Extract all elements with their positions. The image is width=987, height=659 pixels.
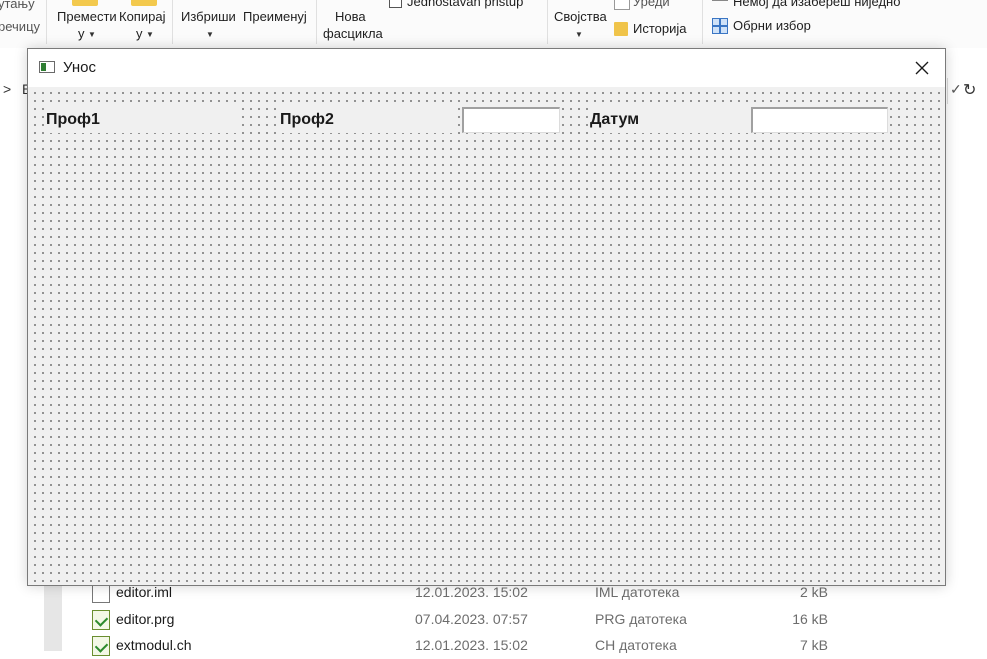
prof1-label: Проф1 xyxy=(45,107,236,133)
prof2-label: Проф2 xyxy=(279,107,454,133)
dialog-title: Унос xyxy=(63,59,96,76)
address-bar-left[interactable]: > E xyxy=(0,80,31,102)
file-size: 16 kB xyxy=(792,611,828,627)
chevron-down-icon: ▼ xyxy=(88,30,96,39)
close-icon xyxy=(915,61,929,75)
script-file-icon xyxy=(92,636,110,656)
file-name: editor.iml xyxy=(116,584,173,600)
copy-to-label-2: у xyxy=(136,26,143,41)
explorer-ribbon: утању речицу Премести у ▼ Копирај у ▼ Из… xyxy=(0,0,987,48)
nav-pane-scrollbar[interactable] xyxy=(44,586,62,651)
easy-access-label: Jednostavan pristup xyxy=(407,0,524,9)
datum-input[interactable] xyxy=(751,107,888,133)
ribbon-separator xyxy=(316,0,317,44)
ribbon-separator xyxy=(172,0,173,44)
ribbon-separator xyxy=(547,0,548,44)
file-type: IML датотека xyxy=(595,584,680,600)
dialog-title-bar[interactable]: Унос xyxy=(28,49,945,87)
chevron-down-icon: ▼ xyxy=(146,30,154,39)
ribbon-separator xyxy=(702,0,703,44)
file-date: 07.04.2023. 07:57 xyxy=(415,611,528,627)
file-size: 2 kB xyxy=(799,584,828,600)
new-folder-label-2: фасцикла xyxy=(323,26,383,41)
refresh-icon[interactable]: ↻ xyxy=(963,80,976,100)
script-file-icon xyxy=(92,610,110,630)
copy-folder-icon xyxy=(131,0,157,6)
invert-selection-icon xyxy=(712,18,728,34)
ribbon-cut-label-2: речицу xyxy=(0,19,41,34)
unos-dialog: Унос Проф1 Проф2 Датум xyxy=(27,48,946,586)
file-name: editor.prg xyxy=(116,611,175,627)
chevron-down-icon: ▼ xyxy=(206,30,214,39)
rename-button[interactable]: Преименуј xyxy=(243,9,307,24)
chevron-down-icon: ▼ xyxy=(575,30,583,39)
history-label: Историја xyxy=(633,21,687,36)
chevron-right-icon: > xyxy=(3,81,12,97)
ribbon-cut-label-1: утању xyxy=(0,0,35,11)
select-none-icon xyxy=(712,0,728,9)
new-folder-label-1: Нова xyxy=(335,9,366,24)
ribbon-separator xyxy=(46,0,47,44)
address-bar-right: ✓ ↻ xyxy=(947,78,987,104)
move-folder-icon xyxy=(72,0,98,6)
delete-label: Избриши xyxy=(181,9,236,24)
properties-label: Својства xyxy=(554,9,607,24)
datum-label: Датум xyxy=(589,107,752,133)
blank-file-icon xyxy=(92,583,110,603)
checkbox-icon xyxy=(389,0,402,8)
checkmark-icon: ✓ xyxy=(950,81,962,97)
history-icon xyxy=(614,22,628,36)
file-row-extmodul-ch[interactable]: extmodul.ch 12.01.2023. 15:02 CH датотек… xyxy=(90,633,850,659)
prof2-input[interactable] xyxy=(462,107,560,133)
invert-selection-label: Обрни избор xyxy=(733,18,811,33)
window-app-icon xyxy=(39,61,55,73)
file-type: PRG датотека xyxy=(595,611,687,627)
move-to-label-1: Премести xyxy=(57,9,117,24)
edit-icon xyxy=(614,0,630,10)
move-to-label-2: у xyxy=(78,26,85,41)
edit-label: Уреди xyxy=(633,0,670,9)
copy-to-label-1: Копирај xyxy=(119,9,166,24)
select-none-label: Немој да изабереш ниједно xyxy=(733,0,901,9)
file-date: 12.01.2023. 15:02 xyxy=(415,584,528,600)
file-row-editor-prg[interactable]: editor.prg 07.04.2023. 07:57 PRG датотек… xyxy=(90,607,850,633)
close-button[interactable] xyxy=(899,49,945,87)
dialog-design-surface: Проф1 Проф2 Датум xyxy=(28,87,945,585)
